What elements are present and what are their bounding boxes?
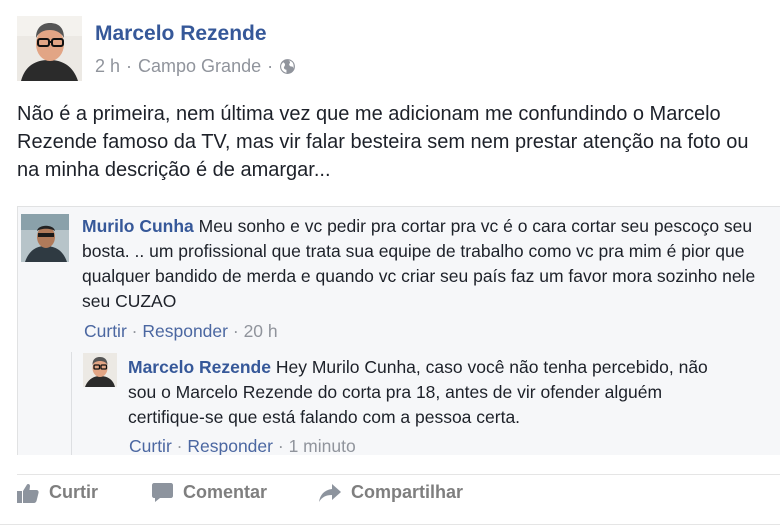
post-author-name[interactable]: Marcelo Rezende [95, 22, 267, 46]
meta-separator: · [131, 321, 138, 341]
post-time[interactable]: 2 h [95, 56, 120, 77]
like-label: Curtir [49, 482, 98, 502]
reply-time[interactable]: 1 minuto [289, 436, 356, 455]
meta-separator: · [176, 436, 183, 455]
reply-like-link[interactable]: Curtir [129, 436, 172, 455]
reply-author[interactable]: Marcelo Rezende [128, 357, 271, 377]
comment-author[interactable]: Murilo Cunha [82, 216, 194, 236]
post-header: Marcelo Rezende 2 h · Campo Grande · [17, 16, 757, 82]
post-meta: 2 h · Campo Grande · [95, 56, 296, 77]
author-avatar[interactable] [17, 16, 82, 81]
comment-bubble-icon [152, 483, 173, 502]
comment-like-link[interactable]: Curtir [84, 321, 127, 341]
comment-actions: Curtir · Responder · 20 h [84, 321, 278, 342]
meta-separator: · [267, 56, 274, 76]
reply-actions: Curtir · Responder · 1 minuto [129, 436, 356, 455]
globe-icon[interactable] [279, 58, 296, 75]
meta-separator: · [277, 436, 284, 455]
meta-separator: · [126, 56, 133, 76]
divider [17, 474, 780, 475]
share-label: Compartilhar [351, 482, 464, 502]
comment-button[interactable]: Comentar [152, 482, 267, 503]
reply-thread-line [71, 352, 72, 455]
like-button[interactable]: Curtir [17, 482, 98, 503]
meta-separator: · [232, 321, 239, 341]
thumbs-up-icon [17, 483, 39, 503]
comment-reply-link[interactable]: Responder [142, 321, 228, 341]
reply-reply-link[interactable]: Responder [187, 436, 273, 455]
reply-body: Marcelo Rezende Hey Murilo Cunha, caso v… [128, 355, 728, 430]
comment-time[interactable]: 20 h [244, 321, 278, 341]
post-location[interactable]: Campo Grande [138, 56, 261, 77]
comments-section: Murilo Cunha Meu sonho e vc pedir pra co… [17, 206, 780, 455]
post-action-bar: Curtir Comentar Compartilhar [17, 482, 463, 503]
comment-label: Comentar [183, 482, 268, 502]
comment-body: Murilo Cunha Meu sonho e vc pedir pra co… [82, 214, 772, 314]
commenter-avatar[interactable] [21, 214, 69, 262]
reply-avatar[interactable] [83, 353, 117, 387]
post-text: Não é a primeira, nem última vez que me … [17, 103, 749, 181]
divider [0, 524, 780, 525]
share-arrow-icon [319, 483, 342, 502]
share-button[interactable]: Compartilhar [319, 482, 463, 503]
